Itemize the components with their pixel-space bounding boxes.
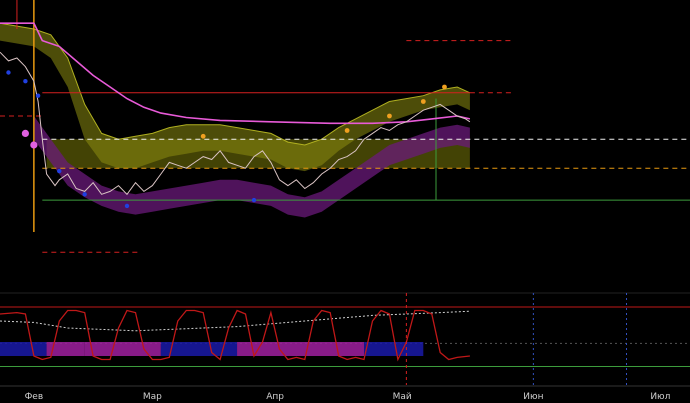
osc-bar-2 (84, 342, 161, 356)
blue-dot-3 (57, 168, 62, 174)
orange-dot-2 (387, 113, 392, 119)
orange-dot-1 (344, 128, 350, 133)
x-tick-label: Фев (25, 392, 44, 402)
blue-dot-1 (23, 79, 28, 84)
osc-bar-0 (0, 342, 47, 356)
orange-dot-0 (200, 133, 206, 139)
x-tick-label: Май (393, 392, 412, 402)
x-tick-label: Мар (143, 392, 162, 402)
orange-dot-4 (442, 84, 447, 90)
x-tick-label: Июн (523, 392, 543, 402)
blue-dot-6 (251, 197, 257, 203)
blue-dot-5 (124, 203, 130, 209)
x-tick-label: Июл (650, 392, 670, 402)
blue-dot-2 (35, 93, 41, 98)
osc-bar-4 (237, 342, 365, 356)
pink-dot-0 (21, 129, 29, 137)
blue-dot-4 (82, 192, 87, 197)
x-tick-label: Апр (266, 392, 284, 402)
pink-dot-1 (30, 141, 38, 149)
blue-dot-0 (6, 70, 11, 75)
orange-dot-3 (420, 99, 426, 104)
osc-bar-5 (364, 342, 424, 356)
trading-chart: Фев Мар Апр Май Июн Июл (0, 0, 690, 403)
